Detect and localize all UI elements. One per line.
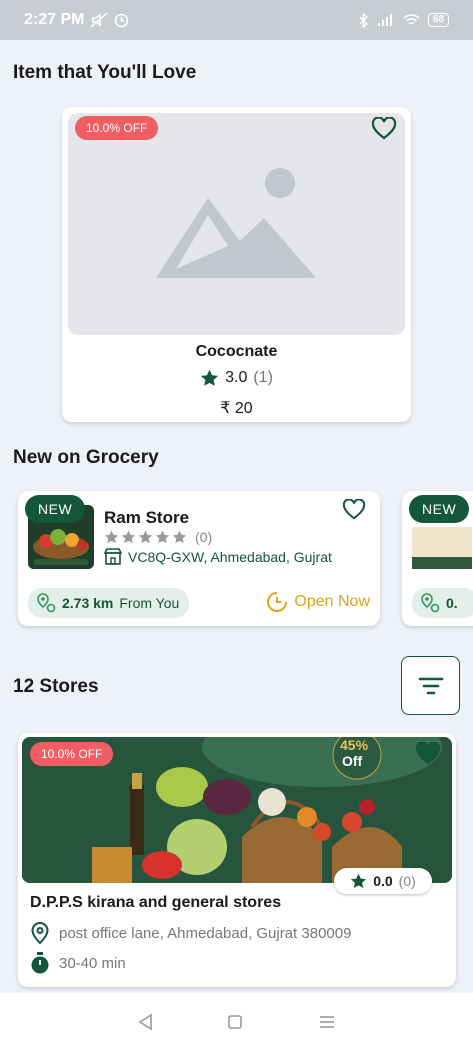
location-icon — [31, 922, 49, 944]
home-icon[interactable] — [227, 1014, 243, 1030]
new-store-card[interactable]: NEW Ram Store (0) VC8Q-GXW, Ahmedabad, G… — [18, 491, 380, 626]
section-title-new: New on Grocery — [13, 447, 159, 468]
discount-badge: 10.0% OFF — [75, 116, 159, 140]
stores-count-title: 12 Stores — [13, 676, 99, 697]
distance-suffix: From You — [119, 595, 180, 611]
star-icon — [155, 530, 170, 544]
discount-badge: 10.0% OFF — [30, 742, 114, 766]
star-icon — [104, 530, 119, 544]
product-rating: 3.0 (1) — [62, 369, 411, 387]
location-icon — [37, 593, 56, 613]
filter-button[interactable] — [401, 656, 460, 715]
store-rating: (0) — [104, 529, 212, 545]
status-right: 68 — [359, 12, 449, 28]
store-rating-chip: 0.0 (0) — [334, 868, 432, 894]
new-badge: NEW — [25, 495, 86, 523]
distance-value: 0. — [446, 595, 458, 611]
status-time: 2:27 PM — [24, 11, 85, 28]
star-icon — [200, 369, 219, 386]
distance-pill: 0. — [412, 588, 473, 618]
product-rating-value: 3.0 — [225, 369, 248, 386]
store-rating-count: (0) — [195, 529, 213, 545]
delivery-time-text: 30-40 min — [59, 954, 126, 972]
image-placeholder-icon — [156, 168, 316, 278]
menu-icon[interactable] — [318, 1014, 336, 1030]
system-nav-bar — [0, 993, 473, 1050]
store-name: Ram Store — [104, 508, 190, 527]
star-icon — [138, 530, 153, 544]
favorite-heart-icon[interactable] — [415, 742, 441, 766]
banner-offer-top: 45% — [340, 737, 369, 753]
store-address: VC8Q-GXW, Ahmedabad, Gujrat — [104, 548, 332, 565]
alarm-icon — [115, 13, 129, 27]
bluetooth-icon — [359, 12, 368, 28]
filter-icon — [418, 677, 443, 694]
star-icon — [172, 530, 187, 544]
product-image-placeholder — [68, 113, 405, 335]
back-icon[interactable] — [137, 1013, 153, 1031]
distance-value: 2.73 km — [62, 595, 114, 611]
store-address-text: post office lane, Ahmedabad, Gujrat 3800… — [59, 924, 352, 942]
store-thumbnail — [412, 527, 472, 569]
status-left: 2:27 PM — [24, 11, 129, 29]
product-name: Cococnate — [195, 343, 278, 360]
battery-indicator: 68 — [427, 13, 449, 27]
product-card[interactable]: 10.0% OFF Cococnate 3.0 (1) ₹ 20 — [62, 107, 411, 422]
mute-icon — [90, 12, 108, 28]
signal-icon — [377, 14, 392, 26]
store-card[interactable]: 45% Off 10.0% OFF 0.0 (0) D.P.P.S kirana… — [18, 733, 456, 987]
distance-pill: 2.73 km From You — [28, 588, 190, 618]
timer-icon — [31, 952, 49, 974]
favorite-heart-icon[interactable] — [371, 117, 397, 141]
open-status: Open Now — [266, 591, 370, 613]
wifi-icon — [403, 14, 420, 25]
favorite-heart-icon[interactable] — [342, 499, 366, 521]
store-address-text: VC8Q-GXW, Ahmedabad, Gujrat — [128, 548, 332, 565]
clock-icon — [267, 592, 288, 612]
product-rating-count: (1) — [253, 369, 273, 386]
star-icon — [121, 530, 136, 544]
store-title: D.P.P.S kirana and general stores — [30, 894, 282, 911]
section-title-love: Item that You'll Love — [13, 62, 197, 83]
store-address: post office lane, Ahmedabad, Gujrat 3800… — [30, 922, 351, 944]
store-rating-value: 0.0 — [373, 873, 393, 889]
store-rating-count: (0) — [398, 873, 416, 889]
open-status-text: Open Now — [294, 593, 370, 610]
store-delivery-time: 30-40 min — [30, 952, 126, 974]
product-price: ₹ 20 — [220, 400, 253, 417]
star-icon — [351, 873, 367, 889]
status-bar: 2:27 PM 68 — [0, 0, 473, 40]
location-icon — [421, 593, 440, 613]
banner-offer-bottom: Off — [342, 753, 363, 769]
store-icon — [104, 548, 122, 565]
new-badge: NEW — [409, 495, 470, 523]
new-store-card-partial[interactable]: NEW 0. — [402, 491, 473, 626]
